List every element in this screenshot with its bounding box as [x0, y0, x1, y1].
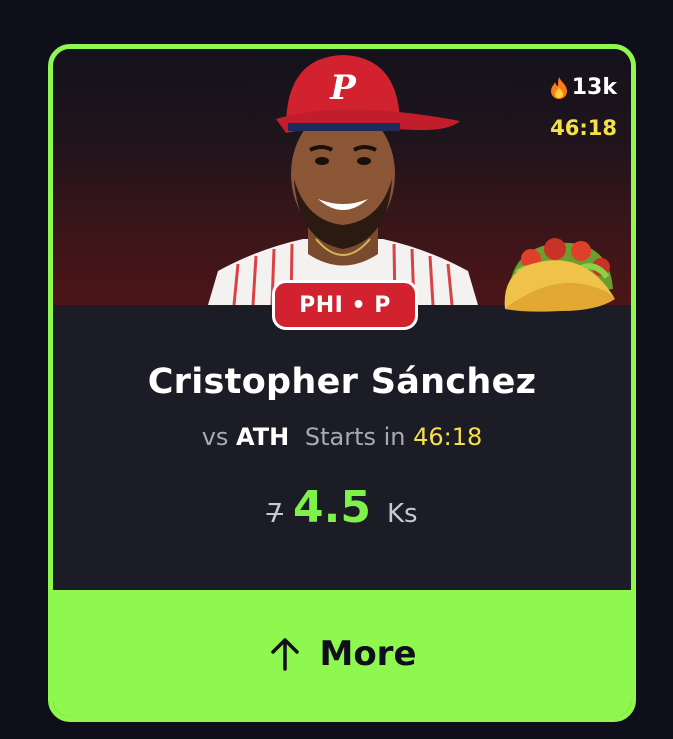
- countdown-timer: 46:18: [550, 116, 617, 140]
- popularity-count: 13k: [571, 75, 617, 100]
- opponent-team: ATH: [236, 423, 290, 451]
- start-countdown: 46:18: [413, 423, 483, 451]
- original-line: 7: [266, 499, 283, 529]
- stat-unit: Ks: [386, 499, 418, 529]
- vs-label: vs: [201, 423, 229, 451]
- popularity-indicator: 13k: [549, 75, 617, 100]
- discounted-line: 4.5: [292, 482, 371, 533]
- player-headshot: P: [208, 55, 478, 305]
- more-button[interactable]: More: [53, 590, 631, 717]
- more-label: More: [319, 633, 417, 674]
- player-name: Cristopher Sánchez: [147, 362, 537, 402]
- matchup-info: vs ATH Starts in 46:18: [53, 423, 631, 451]
- stat-line: 7 4.5 Ks: [53, 482, 631, 533]
- card-stats: 13k 46:18: [549, 75, 617, 140]
- arrow-up-icon: [271, 637, 300, 671]
- player-card[interactable]: P 13k 46:18 PHI • P Cristopher Sánchez v…: [48, 44, 636, 722]
- starts-label: Starts in: [304, 423, 406, 451]
- svg-text:P: P: [329, 68, 357, 108]
- taco-icon: [504, 238, 615, 312]
- team-position-badge: PHI • P: [272, 280, 418, 330]
- fire-icon: [550, 76, 567, 99]
